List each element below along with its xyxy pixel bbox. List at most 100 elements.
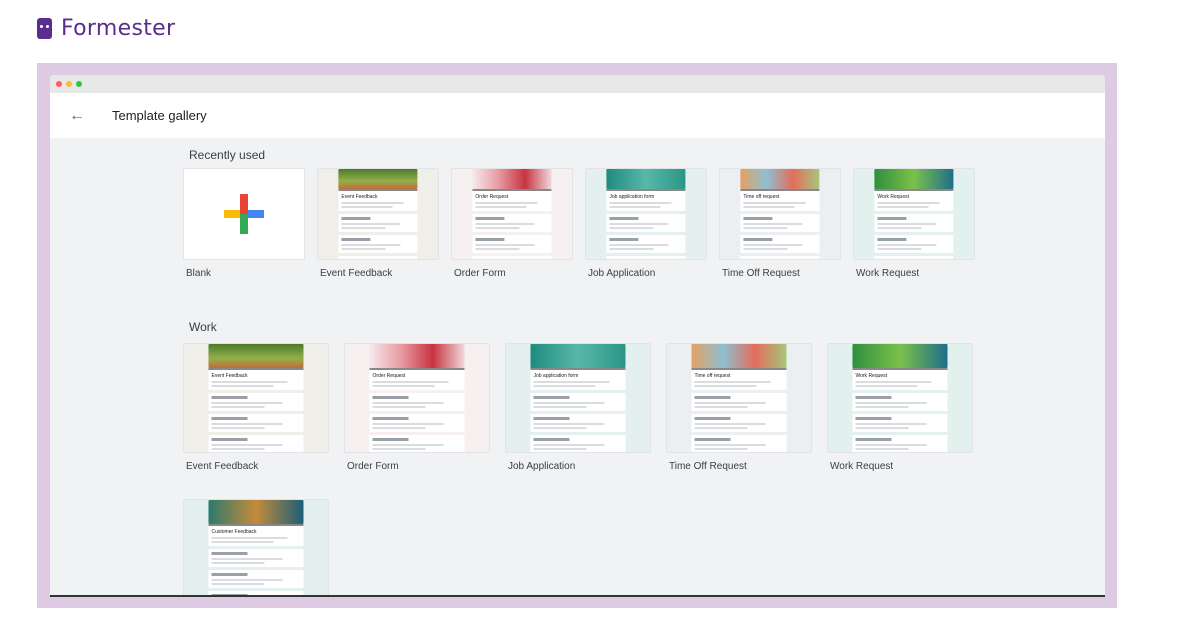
plus-icon <box>224 194 264 234</box>
back-arrow-icon[interactable]: ← <box>69 107 85 125</box>
template-form-header: Work Request <box>874 189 954 211</box>
template-preview: Event Feedback <box>338 169 418 259</box>
template-card-blank[interactable] <box>183 168 305 260</box>
template-label[interactable]: Job Application <box>588 268 655 279</box>
template-label[interactable]: Event Feedback <box>186 461 258 472</box>
template-form-title: Job application form <box>533 373 579 379</box>
template-question-block <box>208 393 304 411</box>
template-label[interactable]: Work Request <box>830 461 893 472</box>
template-preview: Time off request <box>691 344 787 452</box>
template-banner-image <box>530 344 626 368</box>
template-question-block <box>208 414 304 432</box>
template-form-title: Job application form <box>609 194 655 200</box>
template-label[interactable]: Order Form <box>454 268 506 279</box>
template-label[interactable]: Job Application <box>508 461 575 472</box>
template-question-block <box>606 235 686 253</box>
template-label[interactable]: Work Request <box>856 268 919 279</box>
template-card-work-request[interactable]: Work Request <box>827 343 973 453</box>
template-question-block <box>338 235 418 253</box>
template-question-block <box>472 256 552 259</box>
template-form-header: Job application form <box>606 189 686 211</box>
template-question-block <box>874 235 954 253</box>
template-banner-image <box>852 344 948 368</box>
template-banner-image <box>338 169 418 189</box>
template-question-block <box>472 214 552 232</box>
template-label[interactable]: Time Off Request <box>669 461 747 472</box>
template-form-title: Customer Feedback <box>211 529 257 535</box>
template-banner-image <box>208 500 304 524</box>
template-preview: Order Request <box>472 169 552 259</box>
template-question-block <box>874 214 954 232</box>
template-question-block <box>606 256 686 259</box>
template-question-block <box>691 435 787 452</box>
template-preview: Job application form <box>606 169 686 259</box>
template-question-block <box>338 214 418 232</box>
template-banner-image <box>369 344 465 368</box>
template-question-block <box>208 591 304 595</box>
template-card-work-request[interactable]: Work Request <box>853 168 975 260</box>
template-preview: Work Request <box>874 169 954 259</box>
template-question-block <box>691 393 787 411</box>
template-question-block <box>369 435 465 452</box>
template-question-block <box>530 435 626 452</box>
template-question-block <box>740 214 820 232</box>
window-close-dot[interactable] <box>56 81 62 87</box>
template-card-order-form[interactable]: Order Request <box>344 343 490 453</box>
template-form-header: Event Feedback <box>338 189 418 211</box>
template-preview: Job application form <box>530 344 626 452</box>
template-label[interactable]: Time Off Request <box>722 268 800 279</box>
template-form-header: Time off request <box>691 368 787 390</box>
template-preview: Event Feedback <box>208 344 304 452</box>
template-question-block <box>472 235 552 253</box>
page-title: Template gallery <box>112 108 207 123</box>
template-form-title: Order Request <box>475 194 509 200</box>
template-banner-image <box>208 344 304 368</box>
template-question-block <box>740 256 820 259</box>
template-form-header: Order Request <box>369 368 465 390</box>
formester-logo-icon <box>37 18 52 39</box>
template-card-time-off-request[interactable]: Time off request <box>666 343 812 453</box>
window-maximize-dot[interactable] <box>76 81 82 87</box>
template-form-title: Order Request <box>372 373 406 379</box>
template-question-block <box>369 414 465 432</box>
brand: Formester <box>37 16 175 41</box>
template-question-block <box>852 435 948 452</box>
template-banner-image <box>740 169 820 189</box>
template-preview: Time off request <box>740 169 820 259</box>
template-form-title: Event Feedback <box>211 373 248 379</box>
template-label[interactable]: Blank <box>186 268 211 279</box>
template-form-header: Order Request <box>472 189 552 211</box>
template-card-event-feedback[interactable]: Event Feedback <box>317 168 439 260</box>
template-banner-image <box>606 169 686 189</box>
template-form-header: Job application form <box>530 368 626 390</box>
template-banner-image <box>472 169 552 189</box>
template-card-job-application[interactable]: Job application form <box>585 168 707 260</box>
window-minimize-dot[interactable] <box>66 81 72 87</box>
template-label[interactable]: Order Form <box>347 461 399 472</box>
template-form-title: Event Feedback <box>341 194 378 200</box>
template-question-block <box>530 414 626 432</box>
template-card-customer-feedback[interactable]: Customer Feedback <box>183 499 329 595</box>
window-titlebar <box>50 75 1105 93</box>
template-form-title: Time off request <box>743 194 780 200</box>
app-bar: ← Template gallery <box>50 93 1105 138</box>
template-card-job-application[interactable]: Job application form <box>505 343 651 453</box>
template-question-block <box>874 256 954 259</box>
browser-window: ← Template gallery Recently used Blank Ev… <box>50 75 1105 597</box>
section-title-recently-used: Recently used <box>189 148 266 162</box>
template-question-block <box>369 393 465 411</box>
template-preview: Order Request <box>369 344 465 452</box>
template-question-block <box>530 393 626 411</box>
template-card-time-off-request[interactable]: Time off request <box>719 168 841 260</box>
template-form-title: Time off request <box>694 373 731 379</box>
template-form-header: Time off request <box>740 189 820 211</box>
template-question-block <box>852 414 948 432</box>
template-label[interactable]: Event Feedback <box>320 268 392 279</box>
template-card-event-feedback[interactable]: Event Feedback <box>183 343 329 453</box>
template-question-block <box>208 435 304 452</box>
template-form-title: Work Request <box>855 373 888 379</box>
brand-name: Formester <box>61 16 176 41</box>
template-form-header: Work Request <box>852 368 948 390</box>
template-card-order-form[interactable]: Order Request <box>451 168 573 260</box>
section-title-work: Work <box>189 320 217 334</box>
